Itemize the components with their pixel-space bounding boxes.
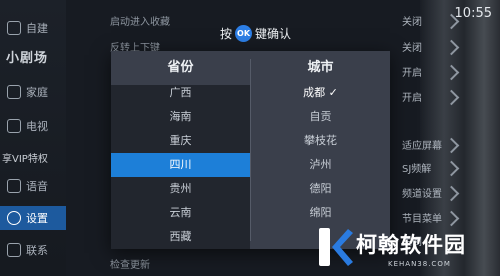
settings-row-value: 适应屏幕 — [402, 141, 442, 152]
city-item[interactable]: 泸州 — [251, 153, 390, 177]
city-item-selected[interactable]: 成都 ✓ — [251, 81, 390, 105]
province-header: 省份 — [167, 60, 194, 75]
city-item[interactable]: 攀枝花 — [251, 129, 390, 153]
sidebar-item-label: 设置 — [26, 212, 48, 225]
city-item[interactable]: 自贡 — [251, 105, 390, 129]
microphone-icon — [7, 179, 21, 193]
chevron-right-icon — [443, 64, 460, 81]
sidebar-item-tv[interactable]: 电视 — [0, 114, 66, 138]
sidebar-item-label: 电视 — [26, 120, 48, 133]
gear-icon — [7, 211, 21, 225]
province-item[interactable]: 广西 — [111, 81, 250, 105]
settings-row-label: 检查更新 — [110, 260, 150, 271]
province-item-selected[interactable]: 四川 — [111, 153, 250, 177]
city-item[interactable]: 绵阳 — [251, 201, 390, 225]
settings-row-value: 节目菜单 — [402, 214, 442, 225]
hint-text-after: 键确认 — [255, 27, 292, 41]
settings-row-value: 开启 — [402, 68, 422, 79]
contact-icon — [7, 243, 21, 257]
settings-row-value: 频道设置 — [402, 189, 442, 200]
settings-row-value: SJ频解 — [402, 164, 432, 175]
vip-label[interactable]: 享VIP特权 — [2, 150, 48, 165]
settings-row-value: 关闭 — [402, 43, 422, 54]
province-item[interactable]: 云南 — [111, 201, 250, 225]
watermark-url: KEHAN38.COM — [388, 260, 451, 268]
home-icon — [7, 21, 21, 35]
brand-label: 小剧场 — [6, 51, 49, 66]
sidebar-item-family[interactable]: 家庭 — [0, 80, 66, 104]
watermark-logo-icon — [319, 228, 353, 266]
sidebar-item-label: 语音 — [26, 180, 48, 193]
ok-key-icon: OK — [235, 25, 253, 42]
settings-row-label: 启动进入收藏 — [110, 17, 170, 28]
watermark-name: 柯翰软件园 — [356, 233, 466, 257]
clock: 10:55 — [454, 6, 492, 21]
family-icon — [7, 85, 21, 99]
sidebar-item-home[interactable]: 自建 — [0, 16, 66, 40]
chevron-right-icon — [443, 210, 460, 227]
sidebar: 自建 小剧场 家庭 电视 享VIP特权 语音 设置 联系 — [0, 0, 66, 276]
sidebar-item-voice[interactable]: 语音 — [0, 174, 66, 198]
region-picker-dialog: 省份 城市 广西 海南 重庆 四川 贵州 云南 西藏 成都 ✓ 自贡 攀枝花 泸… — [111, 51, 390, 249]
province-item[interactable]: 西藏 — [111, 225, 250, 249]
province-item[interactable]: 海南 — [111, 105, 250, 129]
province-item[interactable]: 贵州 — [111, 177, 250, 201]
settings-row-value: 关闭 — [402, 17, 422, 28]
tv-icon — [7, 119, 21, 133]
watermark: 柯翰软件园 KEHAN38.COM — [316, 226, 496, 272]
province-item[interactable]: 重庆 — [111, 129, 250, 153]
sidebar-item-label: 家庭 — [26, 86, 48, 99]
chevron-right-icon — [443, 185, 460, 202]
chevron-right-icon — [443, 137, 460, 154]
city-header: 城市 — [307, 60, 334, 75]
chevron-right-icon — [443, 160, 460, 177]
city-item[interactable]: 德阳 — [251, 177, 390, 201]
sidebar-item-label: 自建 — [26, 22, 48, 35]
settings-row-value: 开启 — [402, 93, 422, 104]
sidebar-item-settings[interactable]: 设置 — [0, 206, 66, 230]
chevron-right-icon — [443, 89, 460, 106]
confirm-hint: 按 OK 键确认 — [220, 25, 291, 42]
sidebar-item-contact[interactable]: 联系 — [0, 238, 66, 262]
hint-text-before: 按 — [220, 27, 233, 41]
sidebar-item-label: 联系 — [26, 244, 48, 257]
chevron-right-icon — [443, 39, 460, 56]
